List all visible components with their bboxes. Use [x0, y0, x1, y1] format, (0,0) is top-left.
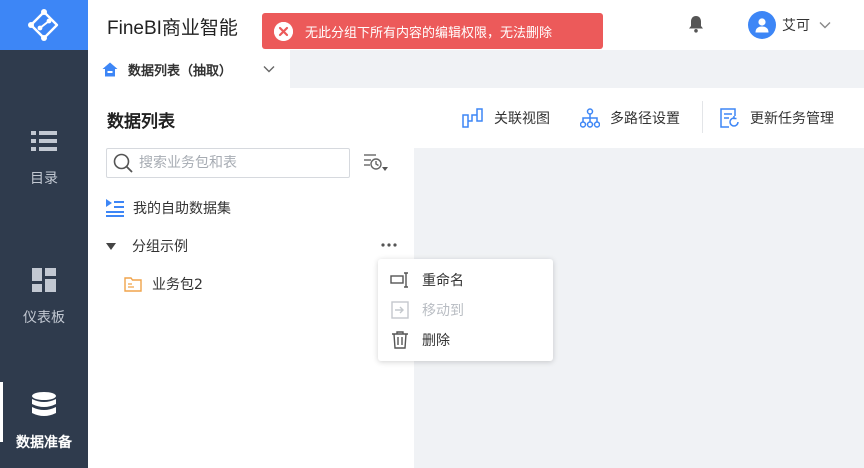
- tab-label: 数据列表（抽取）: [128, 63, 233, 79]
- tree-item-label: 分组示例: [132, 239, 188, 255]
- user-menu[interactable]: 艾可: [748, 10, 832, 40]
- panel-title: 数据列表: [107, 112, 175, 132]
- left-nav-rail: 目录 仪表板 数据准备: [0, 0, 88, 468]
- user-name: 艾可: [782, 18, 810, 34]
- nav-item-catalog[interactable]: 目录: [0, 116, 88, 200]
- tree-item-self-dataset[interactable]: 我的自助数据集: [106, 196, 231, 220]
- list-icon: [31, 128, 57, 154]
- nav-item-dashboard[interactable]: 仪表板: [0, 255, 88, 339]
- menu-item-rename[interactable]: 重命名: [378, 265, 553, 295]
- toolbar-divider: [702, 101, 703, 133]
- search-input[interactable]: [139, 155, 339, 171]
- search-icon: [113, 153, 133, 173]
- search-box: [106, 148, 350, 178]
- nav-item-label: 数据准备: [16, 435, 72, 451]
- update-task-button[interactable]: 更新任务管理: [720, 108, 834, 128]
- tab-data-list[interactable]: 数据列表（抽取）: [88, 50, 290, 88]
- relation-view-button[interactable]: 关联视图: [462, 108, 550, 128]
- trash-icon: [392, 331, 408, 349]
- rename-icon: [390, 272, 408, 288]
- menu-item-delete[interactable]: 删除: [378, 325, 553, 355]
- relation-view-icon: [462, 108, 483, 128]
- menu-item-label: 删除: [422, 333, 450, 349]
- tree-item-label: 业务包2: [152, 277, 203, 293]
- chevron-down-icon: [819, 22, 831, 29]
- tree-item-package[interactable]: 业务包2: [124, 272, 203, 296]
- chevron-down-icon[interactable]: [262, 62, 276, 76]
- sort-filter-icon[interactable]: [362, 151, 390, 177]
- data-list-panel: 数据列表 我的自助数据集: [88, 88, 414, 468]
- caret-down-icon[interactable]: [106, 241, 116, 251]
- relation-view-label: 关联视图: [494, 111, 550, 127]
- error-icon: [274, 21, 293, 41]
- toast-message: 无此分组下所有内容的编辑权限，无法删除: [305, 25, 553, 41]
- tree-item-group[interactable]: 分组示例: [106, 234, 188, 258]
- nav-item-label: 目录: [30, 171, 58, 187]
- user-icon: [755, 18, 769, 33]
- hierarchy-icon: [580, 108, 600, 128]
- nav-item-label: 仪表板: [23, 310, 65, 326]
- menu-item-label: 移动到: [422, 303, 464, 319]
- finebi-logo[interactable]: [0, 0, 88, 50]
- folder-icon: [124, 277, 142, 292]
- self-dataset-icon: [106, 199, 124, 217]
- tab-strip: 数据列表（抽取）: [88, 50, 864, 88]
- context-menu: 重命名 移动到 删除: [378, 259, 553, 361]
- tree-item-label: 我的自助数据集: [133, 201, 231, 217]
- home-icon: [102, 62, 118, 76]
- menu-item-move-to: 移动到: [378, 295, 553, 325]
- dashboard-icon: [31, 267, 57, 293]
- menu-item-label: 重命名: [422, 273, 464, 289]
- update-task-label: 更新任务管理: [750, 111, 834, 127]
- more-icon[interactable]: [380, 236, 398, 254]
- multipath-settings-label: 多路径设置: [610, 111, 680, 127]
- bell-icon[interactable]: [688, 15, 704, 33]
- move-to-icon: [391, 301, 409, 319]
- nav-item-data-prep[interactable]: 数据准备: [0, 380, 88, 464]
- multipath-settings-button[interactable]: 多路径设置: [580, 108, 680, 128]
- avatar: [748, 11, 776, 39]
- app-title: FineBI商业智能: [107, 18, 238, 39]
- database-icon: [31, 392, 57, 418]
- toolbar: 关联视图 多路径设置 更新任务管理: [414, 88, 864, 148]
- error-toast: 无此分组下所有内容的编辑权限，无法删除: [262, 13, 603, 49]
- logo-icon: [28, 9, 59, 41]
- update-task-icon: [720, 108, 739, 128]
